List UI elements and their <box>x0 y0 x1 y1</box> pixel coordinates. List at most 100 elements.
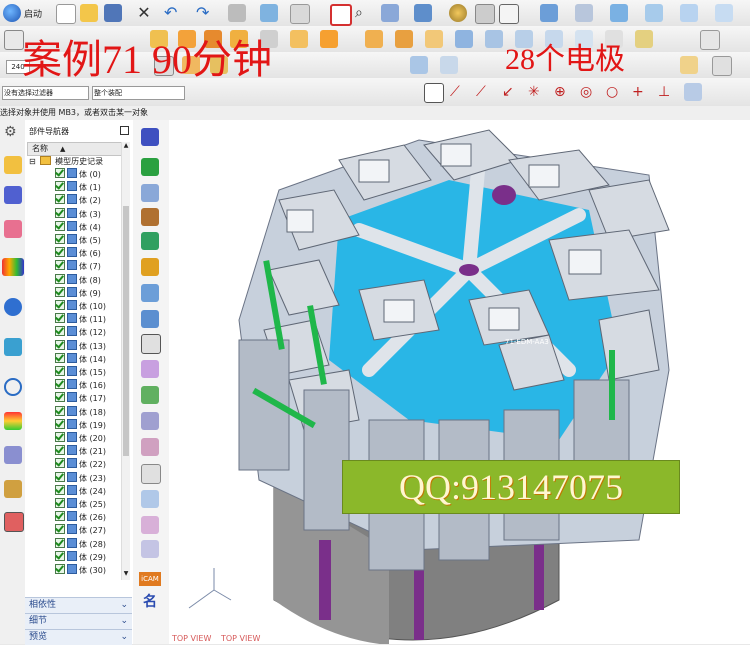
split-body-icon[interactable] <box>485 30 503 48</box>
clock-icon[interactable] <box>4 378 22 396</box>
body-list-item[interactable]: 体 (28) <box>55 537 106 551</box>
snap-face-icon[interactable] <box>684 83 702 101</box>
body-list-item[interactable]: 体 (23) <box>55 471 106 485</box>
unite-icon[interactable] <box>365 30 383 48</box>
body-list-item[interactable]: 体 (21) <box>55 445 106 458</box>
snap-midpoint-icon[interactable]: ⟋ <box>476 83 494 101</box>
rotate-view-icon[interactable] <box>381 4 399 22</box>
background-icon[interactable] <box>499 4 519 24</box>
electrode-sim-icon[interactable] <box>141 490 159 508</box>
pattern-icon[interactable] <box>320 30 338 48</box>
body-list-item[interactable]: 体 (13) <box>55 339 106 353</box>
body-list-item[interactable]: 体 (14) <box>55 352 106 366</box>
body-list-item[interactable]: 体 (29) <box>55 550 106 564</box>
fit-view-icon[interactable] <box>330 4 352 26</box>
tools-icon[interactable] <box>4 446 22 464</box>
electrode-delete-icon[interactable] <box>141 540 159 558</box>
visibility-checkbox[interactable] <box>55 366 65 376</box>
system-scene-icon[interactable] <box>4 512 24 532</box>
electrode-holder-icon[interactable] <box>141 284 159 302</box>
electrode-create-icon[interactable] <box>141 158 159 176</box>
constraint-navigator-icon[interactable] <box>4 220 22 238</box>
icam-button[interactable]: iCAM <box>139 572 161 586</box>
preview-section[interactable]: 预览 ⌄ <box>25 629 132 645</box>
sweep-icon[interactable] <box>680 4 698 22</box>
visibility-checkbox[interactable] <box>55 207 65 218</box>
blend-surface-icon[interactable] <box>715 4 733 22</box>
electrode-move-icon[interactable] <box>141 516 159 534</box>
scroll-down-icon[interactable]: ▼ <box>122 570 130 580</box>
analysis-icon[interactable] <box>680 56 698 74</box>
body-list-item[interactable]: 体 (25) <box>55 498 106 511</box>
electrode-rename-icon[interactable] <box>141 360 159 378</box>
name-tool-button[interactable]: 名 <box>141 594 159 610</box>
history-icon[interactable] <box>4 338 22 356</box>
visibility-checkbox[interactable] <box>55 379 65 390</box>
edit-icon[interactable] <box>290 4 310 24</box>
body-list-item[interactable]: 体 (26) <box>55 511 106 524</box>
snap-on-curve-icon[interactable]: ⊥ <box>658 83 676 101</box>
body-list-item[interactable]: 体 (17) <box>55 392 106 405</box>
snap-existing-icon[interactable]: + <box>632 83 650 101</box>
feature-icon[interactable] <box>228 4 246 22</box>
settings-icon[interactable]: ⚙ <box>4 124 17 140</box>
body-list-item[interactable]: 体 (9) <box>55 286 101 300</box>
body-list-item[interactable]: 体 (3) <box>55 207 101 221</box>
snap-point-icon[interactable] <box>424 83 444 103</box>
body-list-item[interactable]: 体 (7) <box>55 260 101 273</box>
body-list-item[interactable]: 体 (4) <box>55 220 101 234</box>
electrode-blank-icon[interactable] <box>141 258 159 276</box>
info-icon[interactable] <box>712 56 732 76</box>
body-list-item[interactable]: 体 (16) <box>55 379 106 392</box>
electrode-spark-icon[interactable] <box>141 310 159 328</box>
intersect-icon[interactable] <box>425 30 443 48</box>
snap-intersection-icon[interactable]: ✳ <box>528 83 546 101</box>
visibility-checkbox[interactable] <box>55 300 65 310</box>
visibility-checkbox[interactable] <box>55 471 65 482</box>
assembly-navigator-icon[interactable] <box>4 186 22 204</box>
visibility-checkbox[interactable] <box>55 498 65 508</box>
visibility-checkbox[interactable] <box>55 220 65 231</box>
body-list-item[interactable]: 体 (10) <box>55 300 106 313</box>
body-list-item[interactable]: 体 (18) <box>55 405 106 419</box>
visibility-checkbox[interactable] <box>55 313 65 324</box>
visibility-checkbox[interactable] <box>55 392 65 403</box>
electrode-gap-icon[interactable] <box>141 334 161 354</box>
curve-surface-icon[interactable] <box>645 4 663 22</box>
visibility-checkbox[interactable] <box>55 286 65 297</box>
dependencies-section[interactable]: 相依性 ⌄ <box>25 597 132 613</box>
visibility-checkbox[interactable] <box>55 194 65 205</box>
zoom-icon[interactable]: ⌕ <box>355 4 373 22</box>
navigator-scrollbar[interactable]: ▲ ▼ <box>121 142 130 580</box>
electrode-report-icon[interactable] <box>141 386 159 404</box>
snap-quadrant-icon[interactable]: ◎ <box>580 83 598 101</box>
section-view-icon[interactable] <box>410 56 428 74</box>
reuse-library-icon[interactable] <box>2 258 24 276</box>
visibility-checkbox[interactable] <box>55 445 65 456</box>
visibility-checkbox[interactable] <box>55 550 65 561</box>
sketch-icon[interactable] <box>260 4 278 22</box>
navigator-tab-icon[interactable] <box>4 156 22 174</box>
close-x-icon[interactable]: ✕ <box>135 4 153 22</box>
visibility-checkbox[interactable] <box>55 484 65 495</box>
body-list-item[interactable]: 体 (15) <box>55 366 106 379</box>
electrode-bom-icon[interactable] <box>141 438 159 456</box>
body-list-item[interactable]: 体 (24) <box>55 484 106 498</box>
snap-endpoint-icon[interactable]: ⟋ <box>450 83 468 101</box>
roles-icon[interactable] <box>4 480 22 498</box>
scroll-up-icon[interactable]: ▲ <box>122 142 130 152</box>
visibility-checkbox[interactable] <box>55 458 65 469</box>
selection-filter-select[interactable]: 没有选择过滤器 <box>2 86 89 100</box>
visibility-checkbox[interactable] <box>55 247 65 258</box>
body-list-item[interactable]: 体 (0) <box>55 168 101 181</box>
measure-icon[interactable] <box>440 56 458 74</box>
visibility-checkbox[interactable] <box>55 181 65 192</box>
visibility-checkbox[interactable] <box>55 524 65 535</box>
body-list-item[interactable]: 体 (1) <box>55 181 101 194</box>
graphics-window[interactable]: 71-EDM-AA3 TOP VIEW TOP VIEW <box>169 120 750 644</box>
app-logo-icon[interactable] <box>3 4 21 22</box>
visibility-checkbox[interactable] <box>55 564 65 574</box>
render-style-icon[interactable] <box>449 4 467 22</box>
body-list-item[interactable]: 体 (22) <box>55 458 106 471</box>
wireframe-icon[interactable] <box>475 4 495 24</box>
